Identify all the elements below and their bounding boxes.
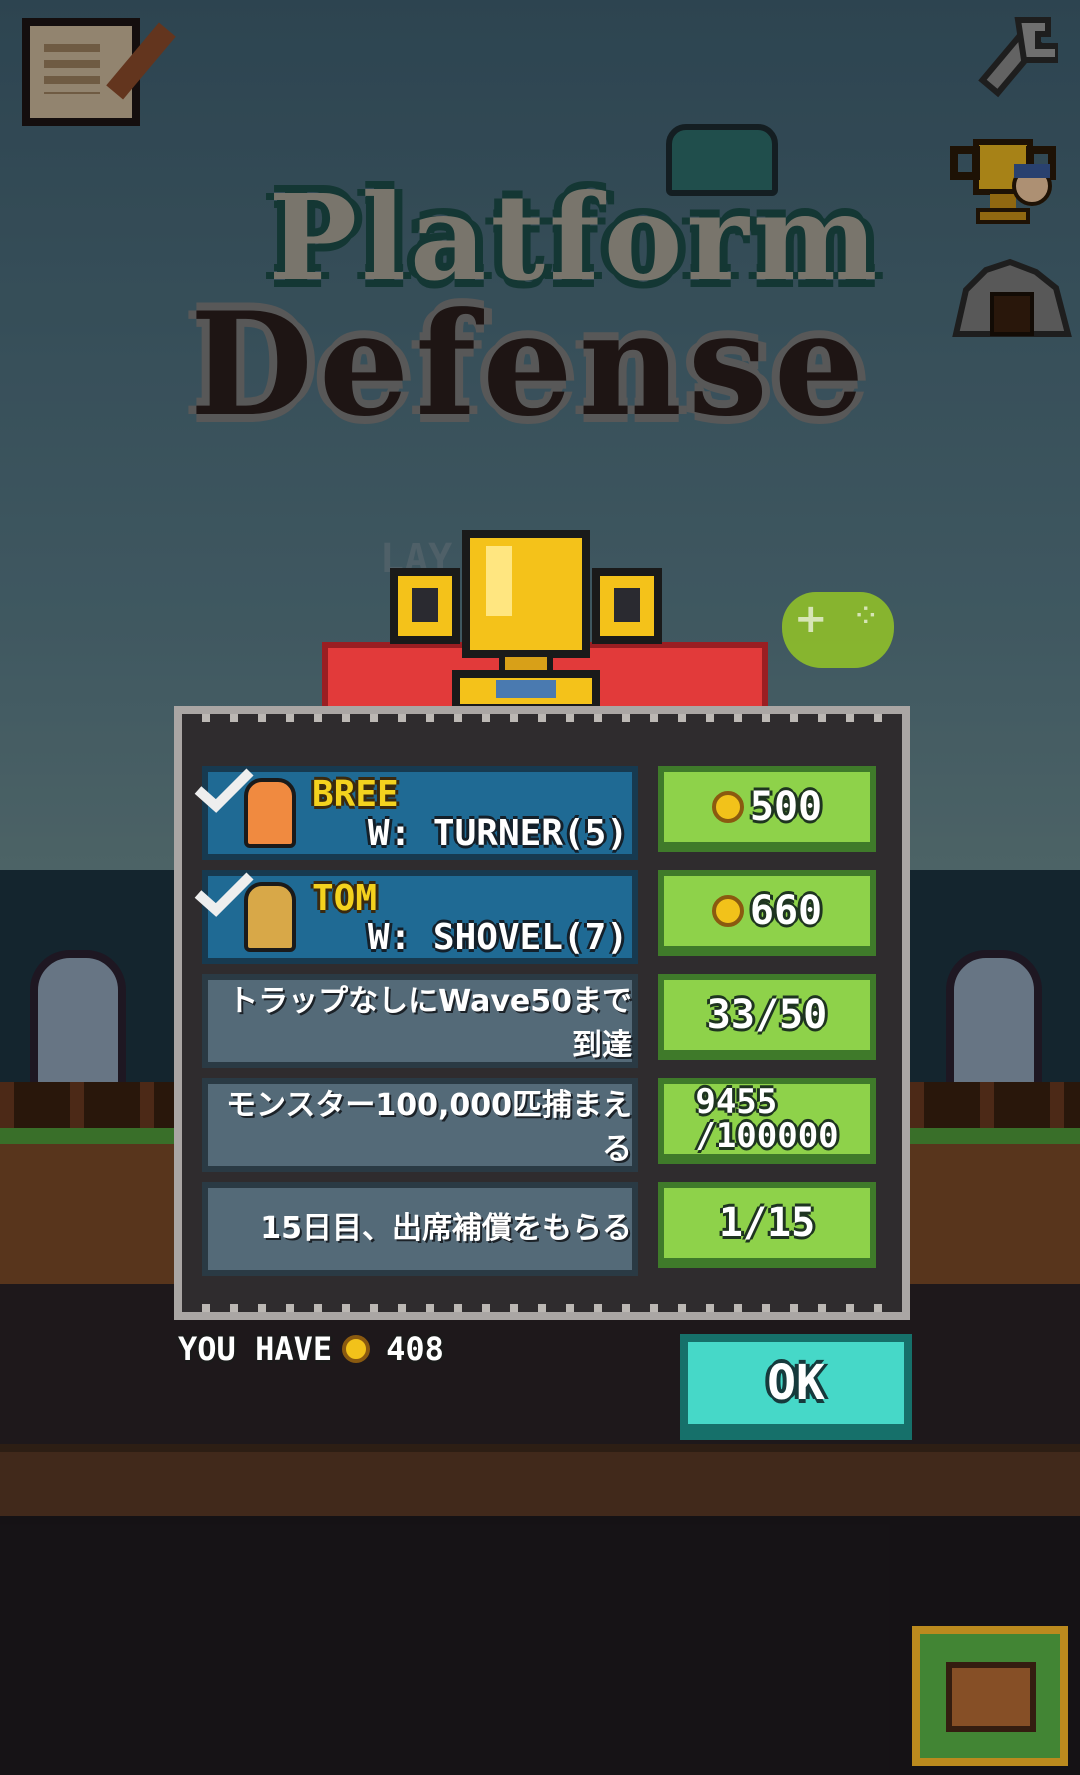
achievement-progress: 9455 /100000 <box>695 1085 838 1153</box>
reward-button-bree[interactable]: 500 <box>658 766 876 852</box>
progress-button-wave50[interactable]: 33/50 <box>658 974 876 1060</box>
progress-target: /100000 <box>695 1116 839 1156</box>
you-have-label: YOU HAVE <box>178 1330 333 1368</box>
achievement-info: モンスター100,000匹捕まえる <box>202 1078 638 1172</box>
progress-button-attendance[interactable]: 1/15 <box>658 1182 876 1268</box>
hero-requirement: W: SHOVEL(7) <box>367 917 628 958</box>
achievement-info: トラップなしにWave50まで到達 <box>202 974 638 1068</box>
achievement-row-monsters: モンスター100,000匹捕まえる 9455 /100000 <box>202 1078 892 1172</box>
hero-achievement-info: TOM W: SHOVEL(7) <box>194 870 638 964</box>
coin-icon <box>342 1335 371 1363</box>
chest-icon[interactable] <box>912 1626 1068 1766</box>
reward-cost: 500 <box>749 784 823 830</box>
achievement-info: 15日目、出席補償をもらる <box>202 1182 638 1276</box>
reward-button-tom[interactable]: 660 <box>658 870 876 956</box>
coin-icon <box>711 895 744 927</box>
ok-label: OK <box>767 1355 825 1411</box>
progress-current: 9455 <box>695 1082 778 1122</box>
reward-cost: 660 <box>749 888 823 934</box>
achievement-progress: 33/50 <box>706 992 828 1038</box>
ok-button[interactable]: OK <box>680 1334 912 1440</box>
trophy-icon <box>390 530 662 712</box>
achievement-description: トラップなしにWave50まで到達 <box>228 984 632 1063</box>
achievement-row-bree: BREE W: TURNER(5) 500 <box>194 766 892 860</box>
achievement-row-attendance: 15日目、出席補償をもらる 1/15 <box>202 1182 892 1276</box>
panel-border-top <box>182 714 902 722</box>
hero-avatar-tom <box>244 882 296 952</box>
achievement-row-tom: TOM W: SHOVEL(7) 660 <box>194 870 892 964</box>
achievement-row-wave50: トラップなしにWave50まで到達 33/50 <box>202 974 892 1068</box>
panel-border-bottom <box>182 1304 902 1312</box>
achievement-description: モンスター100,000匹捕まえる <box>225 1088 632 1167</box>
hero-name: TOM <box>312 878 378 919</box>
achievement-description: 15日目、出席補償をもらる <box>260 1211 632 1246</box>
hero-achievement-info: BREE W: TURNER(5) <box>194 766 638 860</box>
progress-button-monsters[interactable]: 9455 /100000 <box>658 1078 876 1164</box>
coin-balance: YOU HAVE 408 <box>178 1330 444 1368</box>
achievement-progress: 1/15 <box>718 1200 816 1246</box>
hero-requirement: W: TURNER(5) <box>367 813 628 854</box>
hero-avatar-bree <box>244 778 296 848</box>
coin-count: 408 <box>386 1330 444 1368</box>
gamepad-icon[interactable] <box>782 592 894 668</box>
achievement-panel: BREE W: TURNER(5) 500 TOM W: SHOVEL(7) 6… <box>174 706 910 1320</box>
hero-name: BREE <box>312 774 399 815</box>
coin-icon <box>711 791 744 823</box>
